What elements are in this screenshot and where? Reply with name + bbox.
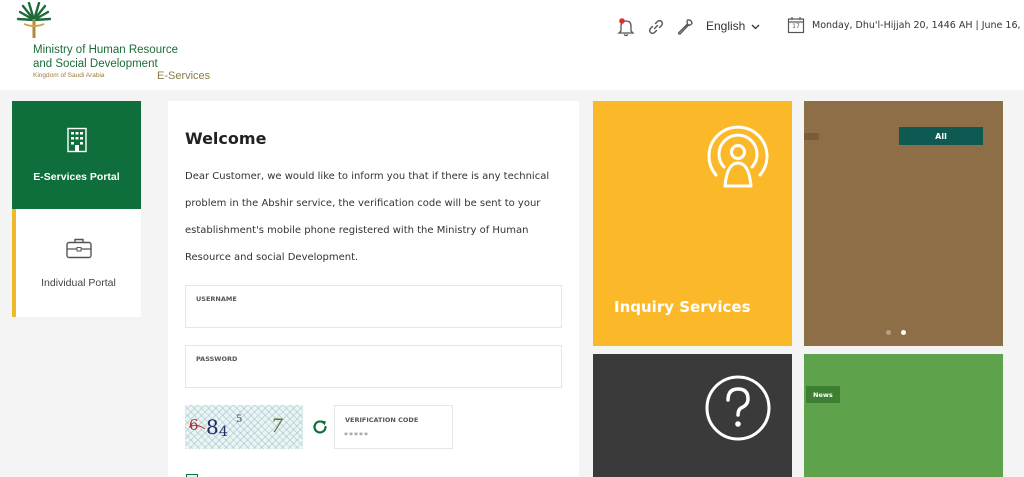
password-label: PASSWORD xyxy=(196,355,238,363)
broadcast-person-icon xyxy=(703,120,773,194)
tab-individual-portal[interactable]: Individual Portal xyxy=(12,209,141,317)
inquiry-services-title: Inquiry Services xyxy=(614,298,751,316)
ministry-palm-logo-icon[interactable] xyxy=(14,1,54,40)
verification-code-field[interactable]: VERIFICATION CODE xyxy=(334,405,453,449)
username-label: USERNAME xyxy=(196,295,237,303)
language-label: English xyxy=(706,19,746,33)
current-date: Monday, Dhu'l-Hijjah 20, 1446 AH | June … xyxy=(812,19,1024,31)
chevron-down-icon xyxy=(751,19,760,33)
username-input[interactable] xyxy=(195,306,550,322)
abshir-notice-text: Dear Customer, we would like to inform y… xyxy=(185,171,550,263)
password-input[interactable] xyxy=(195,366,550,382)
tab-eservices-portal[interactable]: E-Services Portal xyxy=(12,101,141,209)
all-filter-button[interactable]: All xyxy=(899,127,983,145)
briefcase-icon xyxy=(65,237,93,263)
captcha-char: 6 xyxy=(189,416,199,434)
date-display: 17 Monday, Dhu'l-Hijjah 20, 1446 AH | Ju… xyxy=(787,16,1024,34)
wrench-icon[interactable] xyxy=(675,17,695,37)
slider-dot[interactable] xyxy=(901,330,906,335)
page-title: Welcome xyxy=(185,129,267,148)
captcha-char: 4 xyxy=(219,424,228,440)
refresh-captcha-icon[interactable] xyxy=(311,418,329,436)
ministry-name-line2: and Social Development xyxy=(33,58,158,70)
captcha-char: 8 xyxy=(206,415,219,439)
language-selector[interactable]: English xyxy=(706,19,760,33)
verification-code-input[interactable] xyxy=(344,428,444,442)
tab-label: Individual Portal xyxy=(41,277,116,289)
question-mark-icon xyxy=(704,374,772,446)
calendar-icon: 17 xyxy=(787,16,805,34)
captcha-char: 7 xyxy=(271,415,284,437)
news-badge: News xyxy=(806,386,840,403)
ministry-name-line1: Ministry of Human Resource xyxy=(33,44,179,56)
announcements-slider: All xyxy=(804,101,1003,346)
captcha-image: 6 8 4 5 7 xyxy=(185,405,303,449)
slider-pagination xyxy=(886,330,906,335)
notification-bell-icon[interactable] xyxy=(616,17,636,37)
eservices-tag: E-Services xyxy=(157,70,211,82)
slider-marker xyxy=(804,133,819,140)
portal-tabs: E-Services Portal Individual Portal xyxy=(12,101,141,318)
link-icon[interactable] xyxy=(646,17,666,37)
slider-dot[interactable] xyxy=(886,330,891,335)
username-field[interactable]: USERNAME xyxy=(185,285,562,328)
verification-code-label: VERIFICATION CODE xyxy=(345,416,419,424)
news-tile[interactable]: News xyxy=(804,354,1003,477)
tab-label: E-Services Portal xyxy=(33,171,120,183)
header: Ministry of Human Resource and Social De… xyxy=(0,0,1024,90)
building-icon xyxy=(66,127,88,157)
help-tile[interactable] xyxy=(593,354,792,477)
inquiry-services-tile[interactable]: Inquiry Services xyxy=(593,101,792,346)
login-card: Welcome Dear Customer, we would like to … xyxy=(168,101,579,477)
calendar-day-number: 17 xyxy=(792,23,800,30)
password-field[interactable]: PASSWORD xyxy=(185,345,562,388)
captcha-char: 5 xyxy=(236,414,243,425)
